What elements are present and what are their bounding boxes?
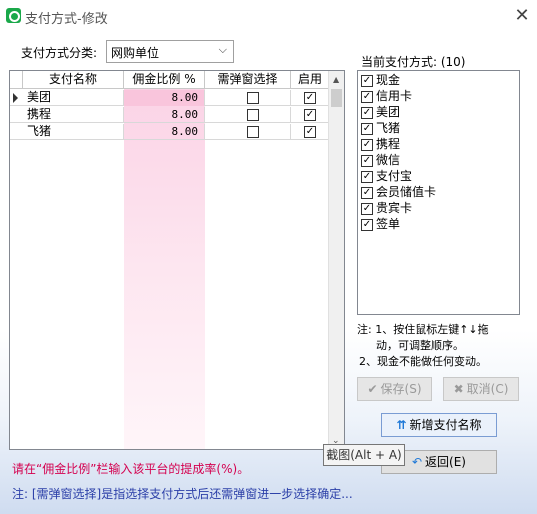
row-enable-cell: ✓ xyxy=(291,107,330,123)
app-logo-icon xyxy=(6,8,21,23)
window-title: 支付方式-修改 xyxy=(25,12,108,27)
back-button-label: 返回(E) xyxy=(425,455,466,469)
row-rate[interactable]: 8.00 xyxy=(124,107,205,123)
note-line-2: 动，可调整顺序。 xyxy=(376,339,464,352)
method-label: 现金 xyxy=(376,73,401,87)
table-row[interactable]: 飞猪 8.00 ✓ xyxy=(10,124,330,140)
method-checkbox[interactable]: ✓ xyxy=(361,155,373,167)
method-checkbox[interactable]: ✓ xyxy=(361,203,373,215)
popup-checkbox[interactable] xyxy=(247,92,259,104)
payment-grid: 支付名称 佣金比例 % 需弹窗选择 启用 美团 8.00 ✓ 携程 8.00 ✓ xyxy=(9,70,345,450)
row-indicator-header xyxy=(10,71,23,89)
popup-hint-text: 注: [需弹窗选择]是指选择支付方式后还需弹窗进一步选择确定... xyxy=(12,487,353,501)
table-row[interactable]: 携程 8.00 ✓ xyxy=(10,107,330,123)
save-button[interactable]: ✔ 保存(S) xyxy=(357,377,432,401)
method-label: 贵宾卡 xyxy=(376,201,413,215)
method-label: 携程 xyxy=(376,137,401,151)
row-rate[interactable]: 8.00 xyxy=(124,90,205,106)
chevron-down-icon: ⌵ xyxy=(218,43,227,56)
title-bar: 支付方式-修改 ✕ xyxy=(0,0,537,32)
method-checkbox[interactable]: ✓ xyxy=(361,171,373,183)
add-payment-button-label: 新增支付名称 xyxy=(409,418,482,432)
row-rate[interactable]: 8.00 xyxy=(124,124,205,140)
table-row[interactable]: 美团 8.00 ✓ xyxy=(10,90,330,106)
header-enable[interactable]: 启用 xyxy=(291,71,330,89)
up-arrows-icon: ⇈ xyxy=(396,418,407,432)
current-methods-list: ✓ 现金 ✓ 信用卡 ✓ 美团 ✓ 飞猪 ✓ 携程 ✓ 微信 ✓ 支付宝 ✓ 会员储值卡 ✓ 贵宾… xyxy=(357,70,520,315)
dialog-window: 支付方式-修改 ✕ 支付方式分类: 网购单位 ⌵ 支付名称 佣金比例 % 需弹窗… xyxy=(0,0,537,514)
return-icon: ↶ xyxy=(411,455,423,469)
method-checkbox[interactable]: ✓ xyxy=(361,139,373,151)
close-icon[interactable]: ✕ xyxy=(512,6,532,26)
cancel-button-label: 取消(C) xyxy=(466,382,509,396)
header-rate[interactable]: 佣金比例 % xyxy=(124,71,205,89)
current-row-icon xyxy=(13,93,18,103)
popup-checkbox[interactable] xyxy=(247,126,259,138)
current-methods-title: 当前支付方式: (10) xyxy=(361,55,466,69)
check-icon: ✔ xyxy=(367,382,378,396)
row-popup-cell xyxy=(205,90,291,106)
row-popup-cell xyxy=(205,107,291,123)
method-label: 美团 xyxy=(376,105,401,119)
method-checkbox[interactable]: ✓ xyxy=(361,107,373,119)
add-payment-button[interactable]: ⇈ 新增支付名称 xyxy=(381,413,497,437)
save-button-label: 保存(S) xyxy=(380,382,422,396)
method-label: 支付宝 xyxy=(376,169,413,183)
enable-checkbox[interactable]: ✓ xyxy=(304,92,316,104)
rate-column-background xyxy=(124,89,205,449)
method-label: 会员储值卡 xyxy=(376,185,437,199)
cancel-button[interactable]: ✖ 取消(C) xyxy=(443,377,519,401)
header-popup[interactable]: 需弹窗选择 xyxy=(205,71,291,89)
row-enable-cell: ✓ xyxy=(291,90,330,106)
category-select-value: 网购单位 xyxy=(111,46,160,60)
rate-hint-text: 请在“佣金比例”栏输入该平台的提成率(%)。 xyxy=(12,462,250,476)
note-line-3: 2、现金不能做任何变动。 xyxy=(359,355,487,368)
method-checkbox[interactable]: ✓ xyxy=(361,123,373,135)
row-name[interactable]: 飞猪 xyxy=(23,124,124,140)
method-checkbox[interactable]: ✓ xyxy=(361,91,373,103)
method-checkbox[interactable]: ✓ xyxy=(361,187,373,199)
grid-header: 支付名称 佣金比例 % 需弹窗选择 启用 xyxy=(10,71,330,89)
row-popup-cell xyxy=(205,124,291,140)
header-name[interactable]: 支付名称 xyxy=(23,71,124,89)
method-label: 微信 xyxy=(376,153,401,167)
popup-checkbox[interactable] xyxy=(247,109,259,121)
scroll-up-icon[interactable]: ▲ xyxy=(333,75,339,84)
method-checkbox[interactable]: ✓ xyxy=(361,75,373,87)
x-icon: ✖ xyxy=(453,382,464,396)
category-label: 支付方式分类: xyxy=(21,46,98,60)
category-select[interactable]: 网购单位 ⌵ xyxy=(106,40,234,63)
scroll-thumb[interactable] xyxy=(331,89,342,107)
grid-scrollbar[interactable]: ▲ ⌄ xyxy=(328,71,344,449)
note-line-1: 注: 1、按住鼠标左键↑↓拖 xyxy=(357,323,489,336)
screenshot-tooltip: 截图(Alt + A) xyxy=(323,444,405,466)
enable-checkbox[interactable]: ✓ xyxy=(304,126,316,138)
row-enable-cell: ✓ xyxy=(291,124,330,140)
row-name[interactable]: 美团 xyxy=(23,90,124,106)
enable-checkbox[interactable]: ✓ xyxy=(304,109,316,121)
method-label: 签单 xyxy=(376,217,401,231)
row-name[interactable]: 携程 xyxy=(23,107,124,123)
method-checkbox[interactable]: ✓ xyxy=(361,219,373,231)
method-label: 信用卡 xyxy=(376,89,413,103)
method-label: 飞猪 xyxy=(376,121,401,135)
